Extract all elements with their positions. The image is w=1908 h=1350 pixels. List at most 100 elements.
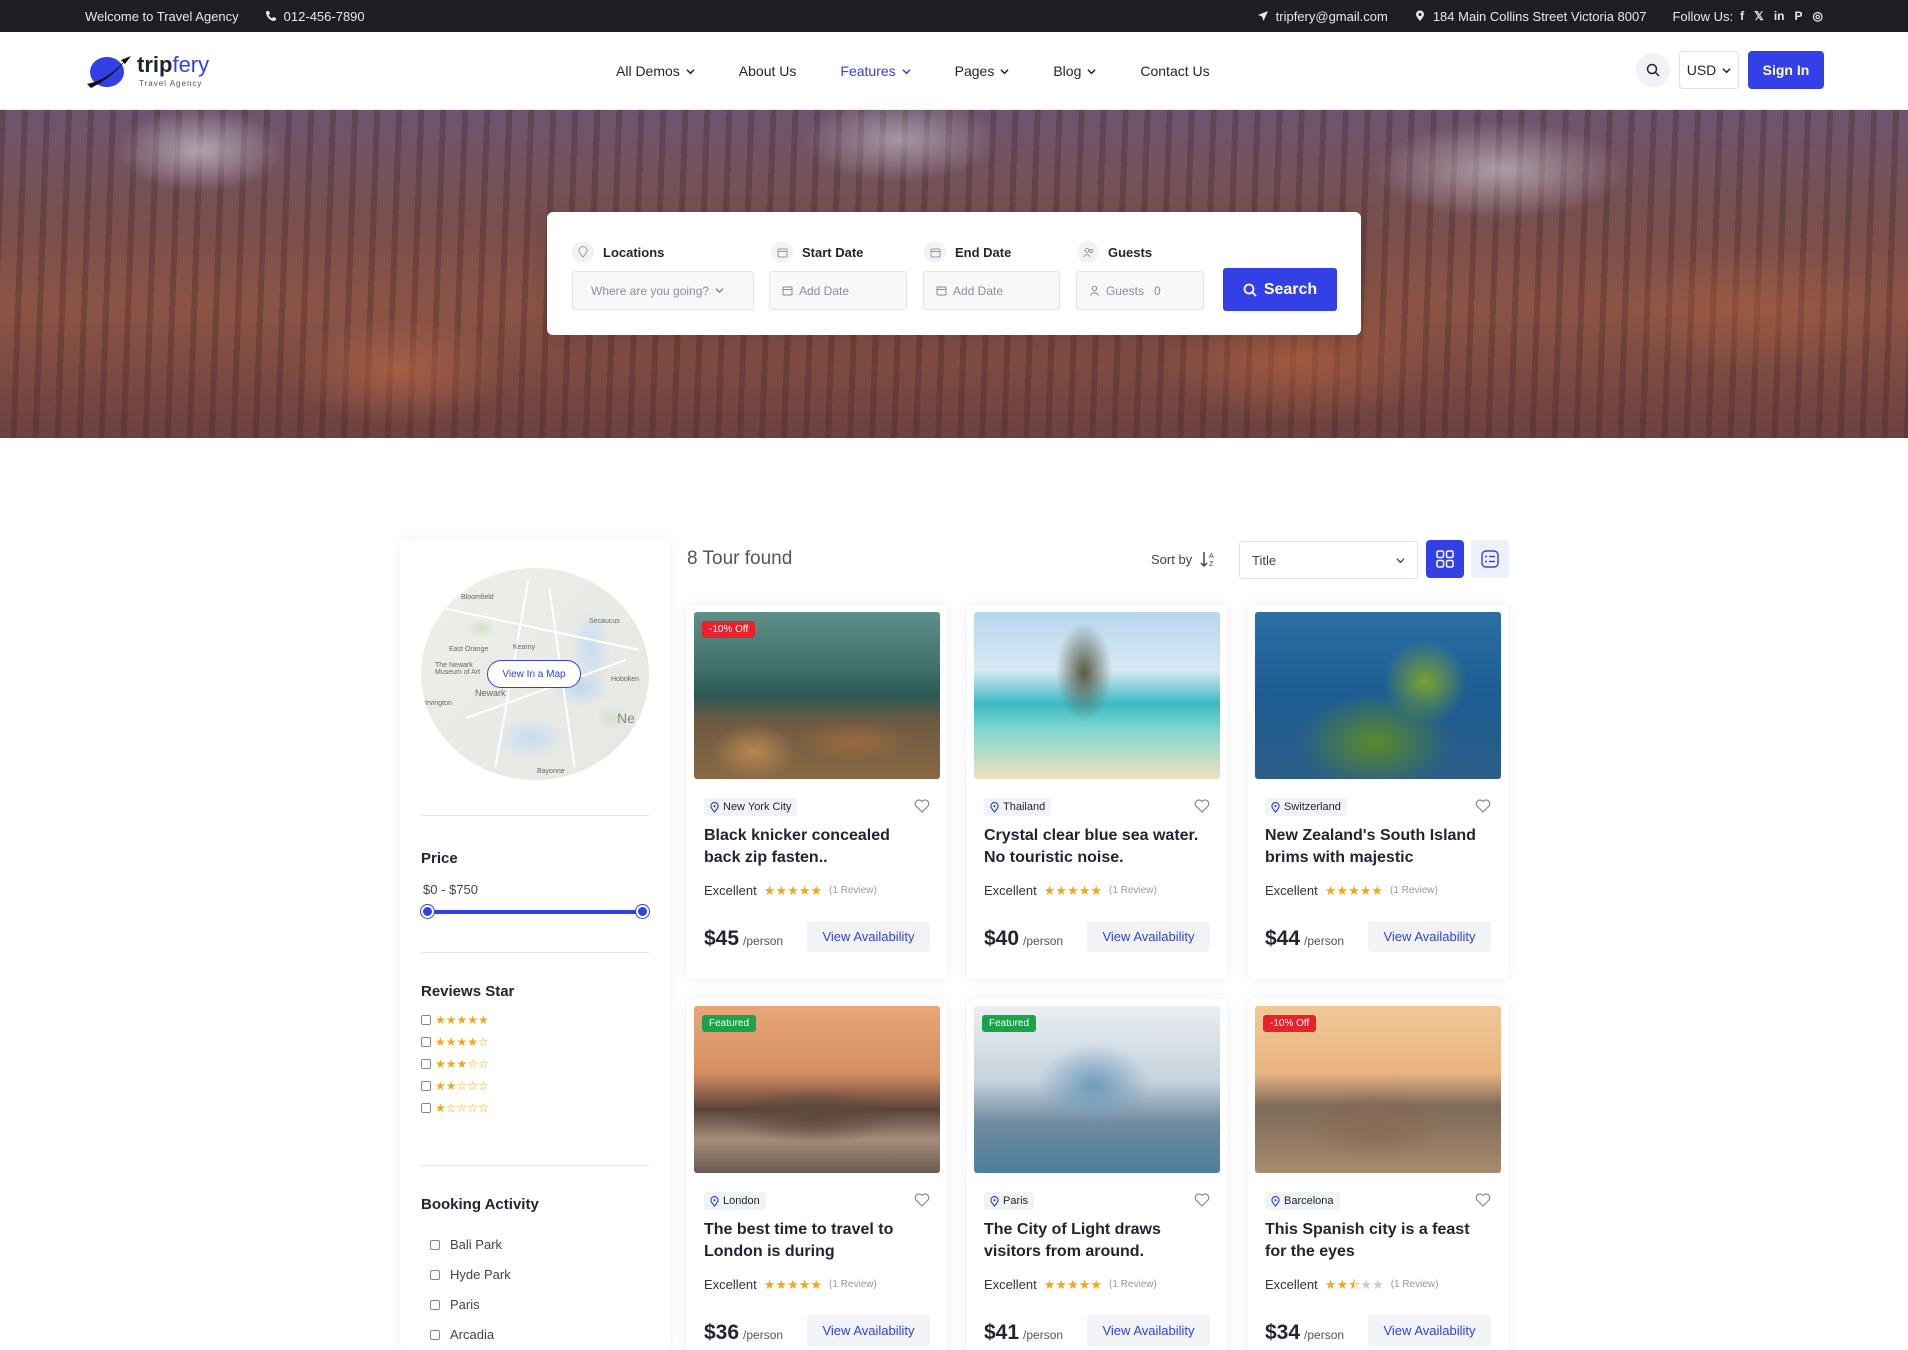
checkbox[interactable] xyxy=(421,1059,431,1069)
tour-title[interactable]: Black knicker concealed back zip fasten.… xyxy=(704,825,930,869)
checkbox[interactable] xyxy=(430,1269,440,1280)
checkbox[interactable] xyxy=(421,1015,431,1025)
tour-card[interactable]: -10% Off New York City Black knicker conce… xyxy=(687,605,947,979)
activity-filter-item[interactable]: Hyde Park xyxy=(430,1267,511,1282)
view-availability-button[interactable]: View Availability xyxy=(807,921,930,952)
star-rating: ★★⯪★★ xyxy=(1324,1276,1384,1292)
checkbox[interactable] xyxy=(421,1037,431,1047)
tour-card[interactable]: -10% Off Barcelona This Spanish city is a … xyxy=(1248,999,1508,1350)
end-date-input[interactable]: Add Date xyxy=(923,271,1060,310)
phone-link[interactable]: 012-456-7890 xyxy=(265,9,365,24)
tour-card[interactable]: Featured London The best time to travel to… xyxy=(687,999,947,1350)
header-search-button[interactable] xyxy=(1636,53,1670,87)
nav-item-about-us[interactable]: About Us xyxy=(739,63,797,79)
linkedin-icon[interactable]: in xyxy=(1774,9,1785,23)
sort-select[interactable]: Title xyxy=(1239,541,1418,579)
location-select[interactable]: Where are you going? xyxy=(572,271,754,310)
start-date-input[interactable]: Add Date xyxy=(769,271,907,310)
activity-label: Bali Park xyxy=(450,1237,503,1252)
view-availability-button[interactable]: View Availability xyxy=(1087,921,1210,952)
checkbox[interactable] xyxy=(421,1081,431,1091)
checkbox[interactable] xyxy=(430,1329,440,1340)
activity-filter-item[interactable]: Paris xyxy=(430,1297,480,1312)
tour-card[interactable]: Switzerland New Zealand's South Island br… xyxy=(1248,605,1508,979)
pinterest-icon[interactable]: P xyxy=(1795,9,1803,23)
heart-icon[interactable] xyxy=(914,1192,930,1208)
price-amount: $44 xyxy=(1265,927,1301,950)
search-button[interactable]: Search xyxy=(1223,268,1337,311)
grid-icon xyxy=(1436,550,1454,568)
tour-rating: Excellent ★★⯪★★ (1 Review) xyxy=(1265,1277,1438,1292)
nav-item-all-demos[interactable]: All Demos xyxy=(616,63,695,79)
heart-icon[interactable] xyxy=(914,798,930,814)
star-rating: ★★★★★ xyxy=(1043,1276,1103,1292)
tour-title[interactable]: The best time to travel to London is dur… xyxy=(704,1219,930,1263)
tour-location-tag[interactable]: London xyxy=(704,1192,766,1210)
activity-filter-item[interactable]: Bali Park xyxy=(430,1237,502,1252)
tour-card[interactable]: Featured Paris The City of Light draws vis… xyxy=(967,999,1227,1350)
guests-input[interactable]: Guests 0 xyxy=(1076,271,1204,310)
map-preview[interactable]: Bloomfield East Orange The Newark Museum… xyxy=(421,568,649,780)
review-count: (1 Review) xyxy=(829,885,877,896)
map-pin-icon xyxy=(1271,801,1280,813)
tour-location-tag[interactable]: Barcelona xyxy=(1265,1192,1340,1210)
tour-location-tag[interactable]: Switzerland xyxy=(1265,798,1347,816)
star-filter-3[interactable]: ★★★☆☆ xyxy=(421,1057,489,1071)
price-slider-max-handle[interactable] xyxy=(636,905,649,918)
map-pin-icon xyxy=(1415,10,1424,21)
view-availability-button[interactable]: View Availability xyxy=(807,1315,930,1346)
tour-location-tag[interactable]: Thailand xyxy=(984,798,1052,816)
nav-item-contact-us[interactable]: Contact Us xyxy=(1140,63,1209,79)
tour-image[interactable] xyxy=(974,612,1220,779)
checkbox[interactable] xyxy=(421,1103,431,1113)
map-label: Bloomfield xyxy=(461,594,494,601)
chevron-down-icon xyxy=(1396,557,1405,563)
tour-card[interactable]: Thailand Crystal clear blue sea water. No… xyxy=(967,605,1227,979)
tour-rating: Excellent ★★★★★ (1 Review) xyxy=(704,883,877,898)
nav-item-features[interactable]: Features xyxy=(840,63,911,79)
view-availability-button[interactable]: View Availability xyxy=(1368,921,1491,952)
tour-image[interactable]: -10% Off xyxy=(1255,1006,1501,1173)
price-slider[interactable] xyxy=(427,910,643,914)
tour-image[interactable]: Featured xyxy=(694,1006,940,1173)
view-availability-button[interactable]: View Availability xyxy=(1087,1315,1210,1346)
instagram-icon[interactable]: ◎ xyxy=(1813,9,1823,23)
tour-image[interactable]: -10% Off xyxy=(694,612,940,779)
star-filter-1[interactable]: ★☆☆☆☆ xyxy=(421,1101,489,1115)
x-twitter-icon[interactable]: 𝕏 xyxy=(1754,9,1764,23)
tour-title[interactable]: New Zealand's South Island brims with ma… xyxy=(1265,825,1491,869)
star-filter-2[interactable]: ★★☆☆☆ xyxy=(421,1079,489,1093)
tour-location-tag[interactable]: New York City xyxy=(704,798,798,816)
logo[interactable]: tripfery Travel Agency xyxy=(85,50,215,94)
heart-icon[interactable] xyxy=(1475,1192,1491,1208)
checkbox[interactable] xyxy=(430,1299,440,1310)
list-view-button[interactable] xyxy=(1471,540,1509,578)
heart-icon[interactable] xyxy=(1475,798,1491,814)
view-in-map-button[interactable]: View In a Map xyxy=(487,660,581,688)
tour-location-tag[interactable]: Paris xyxy=(984,1192,1035,1210)
heart-icon[interactable] xyxy=(1194,1192,1210,1208)
checkbox[interactable] xyxy=(430,1239,440,1250)
email-link[interactable]: tripfery@gmail.com xyxy=(1257,9,1388,24)
heart-icon[interactable] xyxy=(1194,798,1210,814)
nav-item-blog[interactable]: Blog xyxy=(1053,63,1096,79)
tour-image[interactable] xyxy=(1255,612,1501,779)
tour-title[interactable]: This Spanish city is a feast for the eye… xyxy=(1265,1219,1491,1263)
activity-filter-item[interactable]: Arcadia xyxy=(430,1327,494,1342)
price-slider-min-handle[interactable] xyxy=(421,905,434,918)
calendar-icon xyxy=(782,286,793,296)
tour-image[interactable]: Featured xyxy=(974,1006,1220,1173)
nav-item-pages[interactable]: Pages xyxy=(955,63,1010,79)
tour-title[interactable]: Crystal clear blue sea water. No tourist… xyxy=(984,825,1210,869)
sign-in-button[interactable]: Sign In xyxy=(1748,51,1824,89)
tour-title[interactable]: The City of Light draws visitors from ar… xyxy=(984,1219,1210,1263)
price-unit: /person xyxy=(1304,1328,1345,1342)
view-availability-button[interactable]: View Availability xyxy=(1368,1315,1491,1346)
grid-view-button[interactable] xyxy=(1426,540,1464,578)
map-label: Newark xyxy=(475,688,506,698)
map-pin-icon xyxy=(710,1195,719,1207)
star-filter-5[interactable]: ★★★★★ xyxy=(421,1013,489,1027)
currency-select[interactable]: USD xyxy=(1679,51,1739,89)
facebook-icon[interactable]: f xyxy=(1740,9,1744,23)
star-filter-4[interactable]: ★★★★☆ xyxy=(421,1035,489,1049)
